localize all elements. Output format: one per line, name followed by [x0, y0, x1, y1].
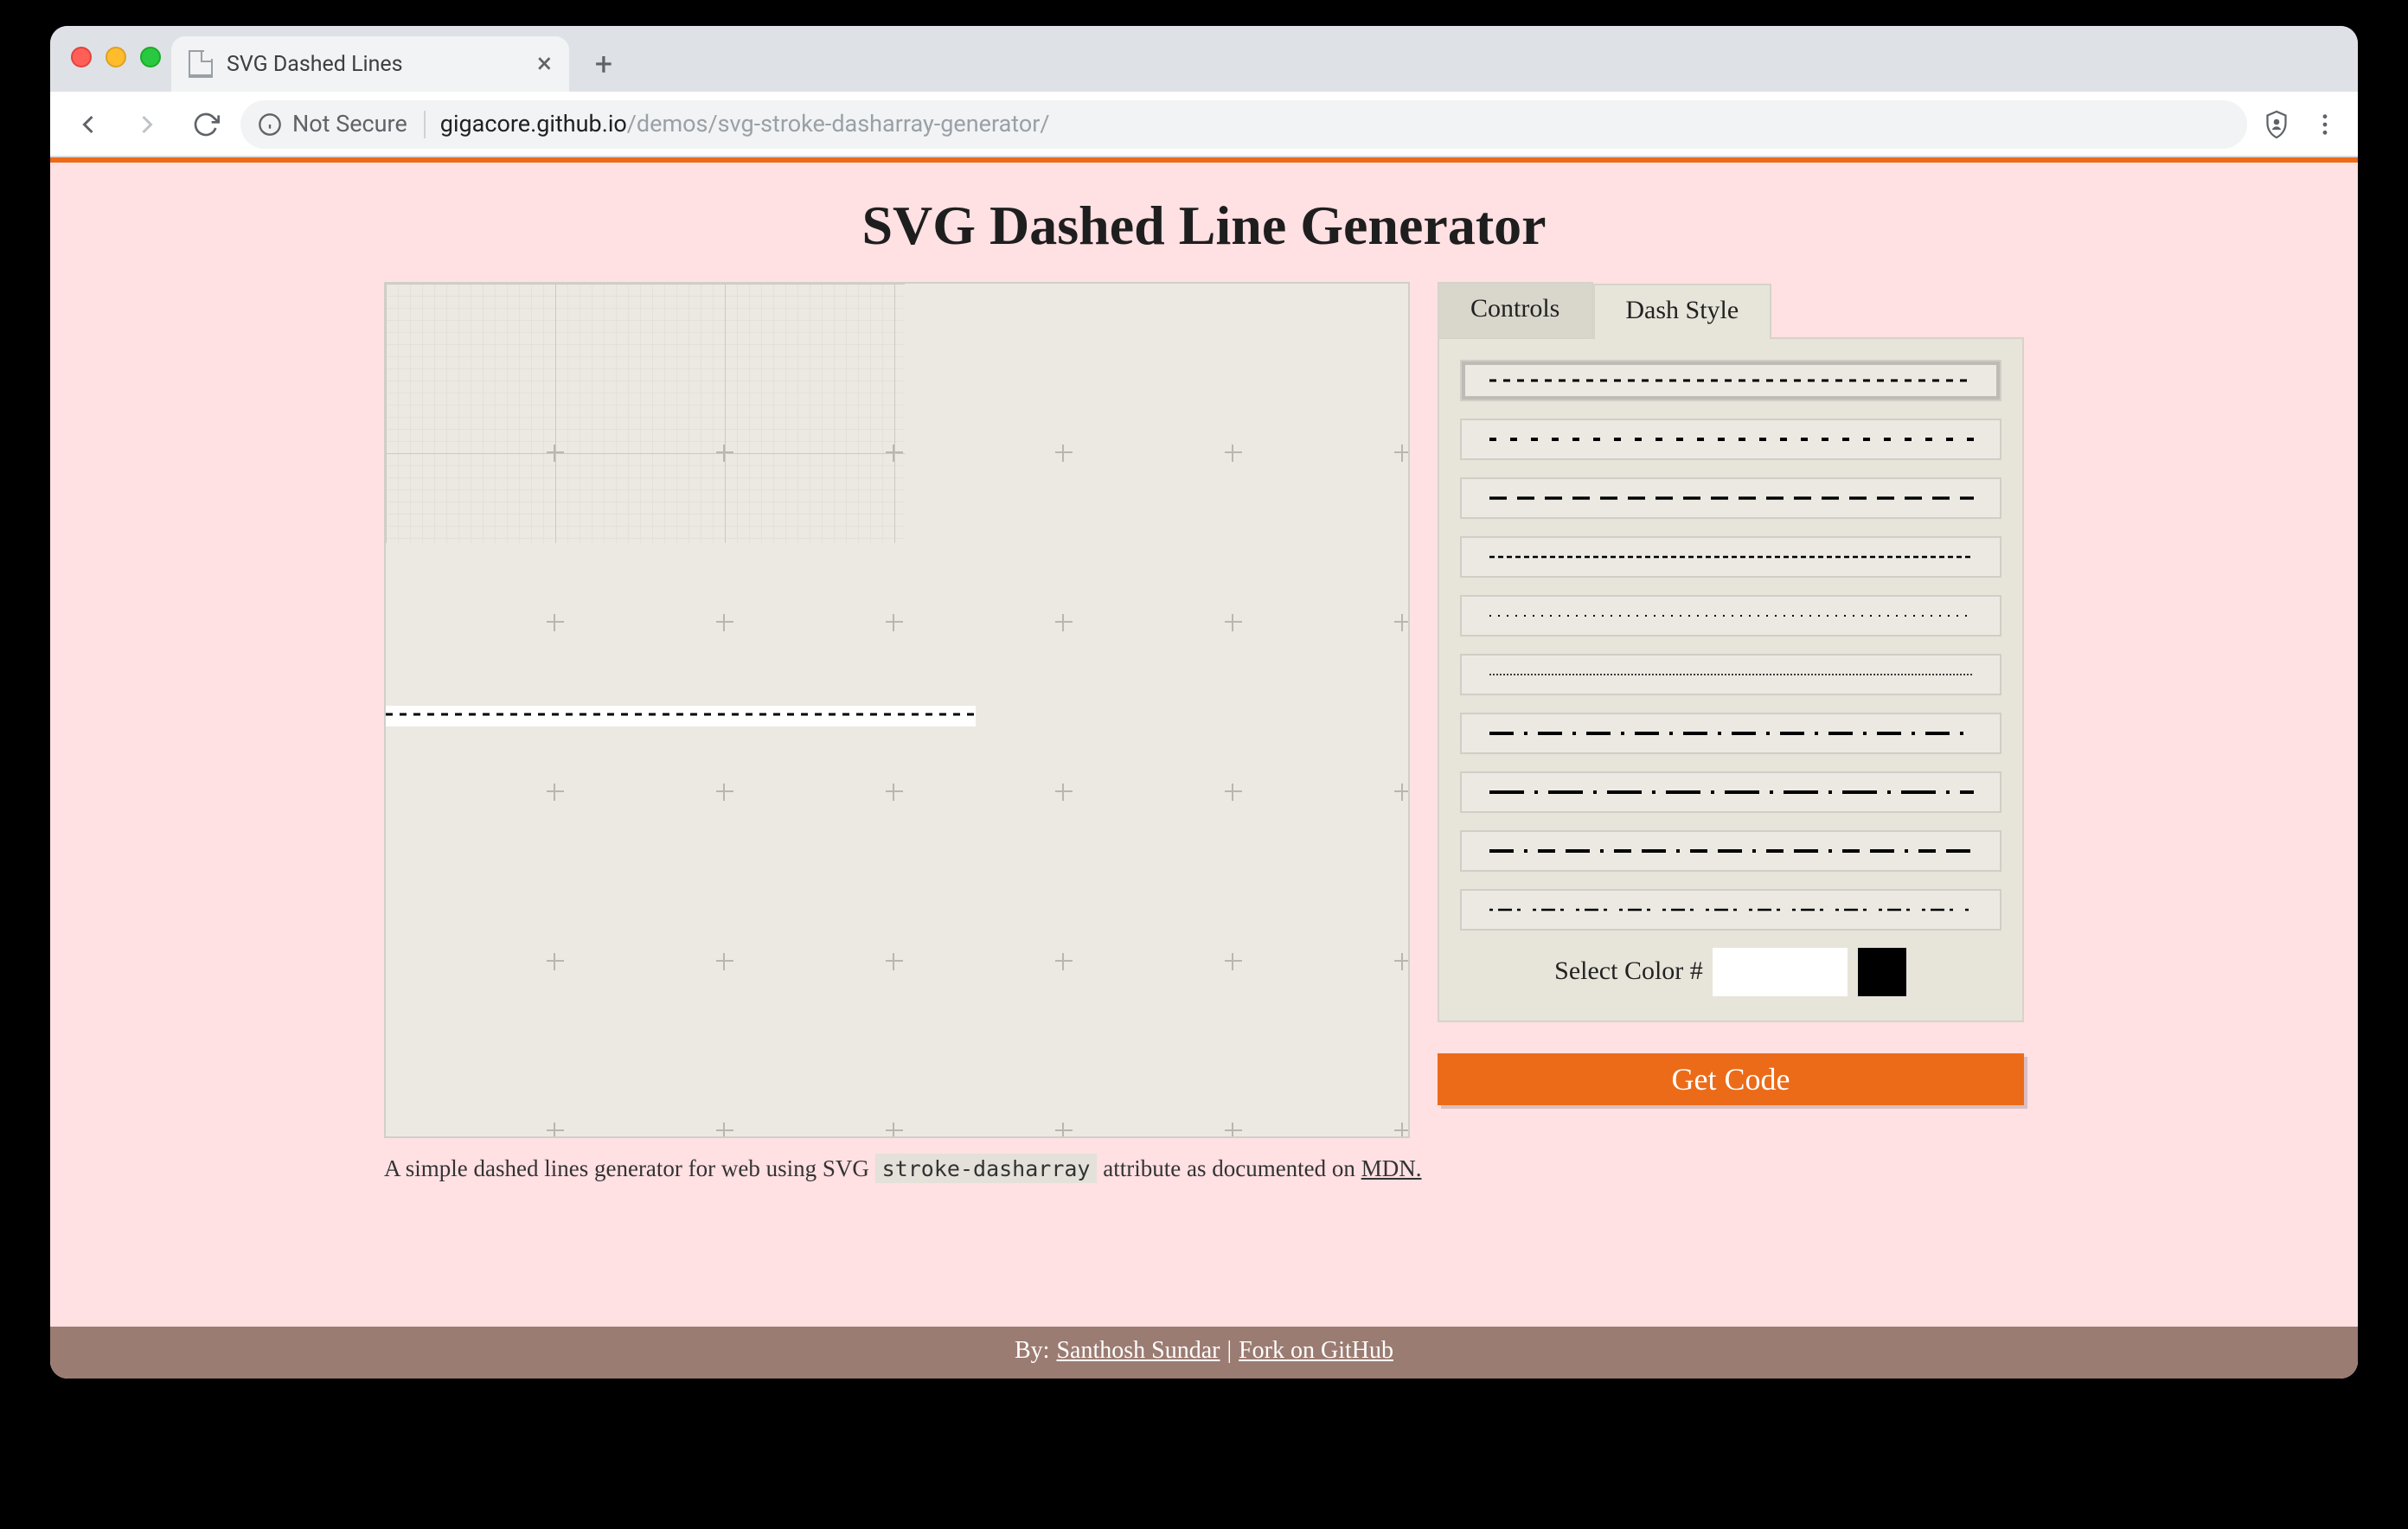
panel-tabs: Controls Dash Style	[1438, 282, 2024, 337]
security-label: Not Secure	[292, 110, 407, 138]
maximize-window-button[interactable]	[140, 47, 161, 67]
color-swatch[interactable]	[1859, 948, 1907, 996]
file-icon	[189, 50, 213, 78]
security-indicator[interactable]: Not Secure	[258, 110, 426, 138]
desc-mid: attribute as documented on	[1098, 1155, 1361, 1181]
viewport: SVG Dashed Line Generator	[50, 157, 2358, 1379]
color-label: Select Color #	[1554, 957, 1703, 987]
dash-style-option-9[interactable]	[1460, 889, 2001, 931]
desc-code: stroke-dasharray	[875, 1154, 1098, 1183]
info-icon	[258, 112, 282, 136]
preview-canvas[interactable]	[384, 282, 1410, 1138]
dash-style-option-8[interactable]	[1460, 830, 2001, 872]
description: A simple dashed lines generator for web …	[384, 1155, 2024, 1183]
tab-dash-style[interactable]: Dash Style	[1592, 284, 1771, 339]
dash-style-panel: Select Color #	[1438, 337, 2024, 1022]
content: Controls Dash Style Select Color # Get C	[384, 282, 2024, 1138]
grid-background	[386, 284, 905, 543]
dash-style-option-1[interactable]	[1460, 419, 2001, 460]
footer-sep: |	[1226, 1339, 1232, 1366]
dash-style-option-4[interactable]	[1460, 595, 2001, 637]
get-code-button[interactable]: Get Code	[1438, 1053, 2024, 1105]
close-tab-button[interactable]: ×	[537, 50, 552, 78]
dash-style-option-6[interactable]	[1460, 713, 2001, 754]
mdn-link[interactable]: MDN.	[1361, 1155, 1422, 1181]
dash-style-option-0[interactable]	[1460, 360, 2001, 401]
tab-controls[interactable]: Controls	[1438, 282, 1592, 337]
page-title: SVG Dashed Line Generator	[50, 194, 2358, 258]
back-button[interactable]	[64, 99, 112, 148]
url-host: gigacore.github.io	[440, 110, 627, 138]
browser-tab[interactable]: SVG Dashed Lines ×	[171, 36, 569, 92]
color-input[interactable]	[1713, 948, 1848, 996]
chrome-menu-button[interactable]	[2306, 105, 2344, 143]
footer: By: Santhosh Sundar | Fork on GitHub	[50, 1327, 2358, 1379]
side-panel: Controls Dash Style Select Color # Get C	[1438, 282, 2024, 1105]
dash-style-option-7[interactable]	[1460, 771, 2001, 813]
desc-pre: A simple dashed lines generator for web …	[384, 1155, 875, 1181]
minimize-window-button[interactable]	[106, 47, 126, 67]
dash-style-option-2[interactable]	[1460, 477, 2001, 519]
forward-button[interactable]	[123, 99, 171, 148]
new-tab-button[interactable]: +	[580, 40, 628, 88]
reload-button[interactable]	[182, 99, 230, 148]
url-path: /demos/svg-stroke-dasharray-generator/	[627, 110, 1050, 138]
dash-style-option-3[interactable]	[1460, 536, 2001, 578]
address-bar[interactable]: Not Secure gigacore.github.io/demos/svg-…	[240, 99, 2247, 148]
profile-button[interactable]	[2258, 105, 2296, 143]
browser-toolbar: Not Secure gigacore.github.io/demos/svg-…	[50, 92, 2358, 157]
page: SVG Dashed Line Generator	[50, 157, 2358, 1379]
fork-link[interactable]: Fork on GitHub	[1239, 1339, 1393, 1366]
browser-window: SVG Dashed Lines × + Not Secure gig	[50, 26, 2358, 1379]
close-window-button[interactable]	[71, 47, 92, 67]
footer-by: By:	[1015, 1339, 1049, 1366]
window-controls	[71, 47, 161, 67]
color-row: Select Color #	[1460, 948, 2001, 996]
preview-line	[386, 706, 976, 726]
dash-style-option-5[interactable]	[1460, 654, 2001, 695]
tab-strip: SVG Dashed Lines × +	[50, 26, 2358, 92]
author-link[interactable]: Santhosh Sundar	[1056, 1339, 1220, 1366]
dash-style-list	[1460, 360, 2001, 931]
tab-title: SVG Dashed Lines	[227, 51, 403, 77]
url: gigacore.github.io/demos/svg-stroke-dash…	[440, 110, 1050, 138]
